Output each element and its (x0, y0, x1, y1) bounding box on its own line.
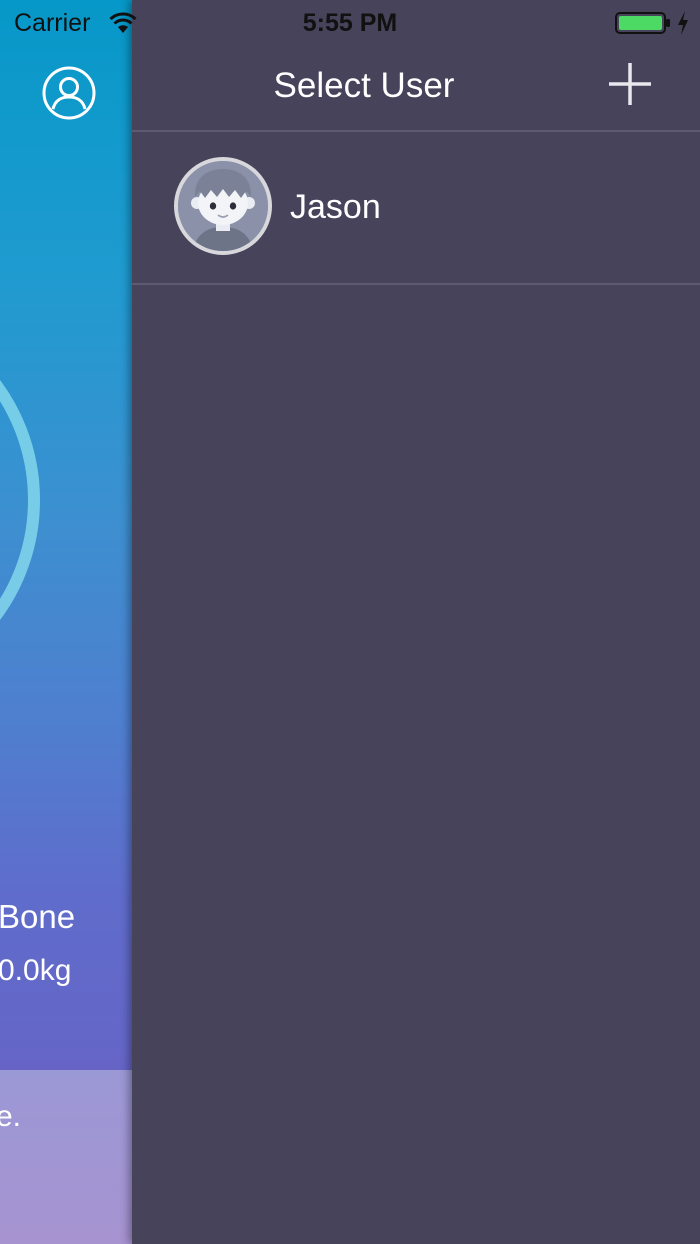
tip-text: e. (0, 1100, 22, 1133)
battery-icon (615, 12, 670, 34)
page-title: Select User (273, 66, 455, 105)
avatar (174, 157, 272, 255)
user-name: Jason (290, 188, 381, 226)
user-profile-icon[interactable] (41, 65, 97, 121)
progress-ring (0, 300, 40, 700)
plus-icon (609, 63, 651, 105)
add-user-button[interactable] (602, 56, 658, 112)
metric-label: Bone (0, 898, 76, 935)
background-main-screen: Bone 0.0kg e. (0, 0, 132, 1244)
boy-avatar-icon (178, 161, 268, 251)
charging-bolt-icon (678, 11, 688, 35)
status-bar: Carrier 5:55 PM (0, 0, 700, 46)
user-list-item[interactable]: Jason (132, 132, 700, 282)
select-user-drawer: Select User Jason (132, 0, 700, 1244)
bottom-panel (0, 1070, 132, 1244)
metric-value: 0.0kg (0, 954, 72, 987)
drawer-header: Select User (132, 46, 700, 131)
row-divider (132, 283, 700, 285)
status-time: 5:55 PM (302, 9, 398, 37)
